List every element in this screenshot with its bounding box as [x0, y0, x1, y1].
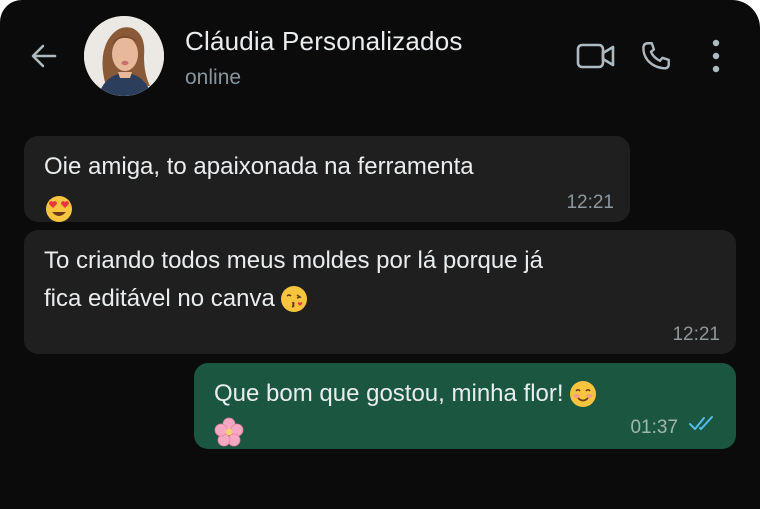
message-time: 12:21: [672, 324, 720, 345]
message-text: Oie amiga, to apaixonada na ferramenta: [44, 153, 474, 180]
avatar[interactable]: [84, 16, 164, 96]
message-time: 12:21: [566, 192, 614, 213]
smiling-face-emoji-icon: [569, 381, 596, 407]
kiss-emoji-icon: [280, 286, 307, 312]
message-text: Que bom que gostou, minha flor!: [214, 380, 564, 407]
chat-screen: Cláudia Personalizados online Oie amiga,…: [0, 0, 760, 509]
cherry-blossom-emoji-icon: [214, 417, 244, 447]
voice-call-button[interactable]: [636, 36, 676, 76]
phone-icon: [642, 42, 670, 70]
chat-header: Cláudia Personalizados online: [0, 0, 760, 112]
more-vertical-icon: [712, 39, 720, 73]
message-text-line-1: To criando todos meus moldes por lá porq…: [44, 247, 543, 274]
contact-name[interactable]: Cláudia Personalizados: [185, 26, 463, 57]
more-options-button[interactable]: [700, 36, 732, 76]
back-button[interactable]: [24, 36, 64, 76]
avatar-photo: [84, 16, 164, 96]
message-text-line-2: fica editável no canva: [44, 285, 275, 312]
video-camera-icon: [576, 43, 615, 69]
heart-eyes-emoji-icon: [46, 196, 72, 222]
arrow-left-icon: [31, 44, 57, 68]
message-bubble-incoming[interactable]: To criando todos meus moldes por lá porq…: [24, 230, 736, 354]
message-bubble-incoming[interactable]: Oie amiga, to apaixonada na ferramenta 1…: [24, 136, 630, 222]
message-bubble-outgoing[interactable]: Que bom que gostou, minha flor! 01:37: [194, 363, 736, 449]
double-check-read-icon: [689, 416, 713, 430]
contact-status: online: [185, 66, 242, 89]
message-time: 01:37: [630, 417, 678, 438]
video-call-button[interactable]: [574, 36, 618, 76]
